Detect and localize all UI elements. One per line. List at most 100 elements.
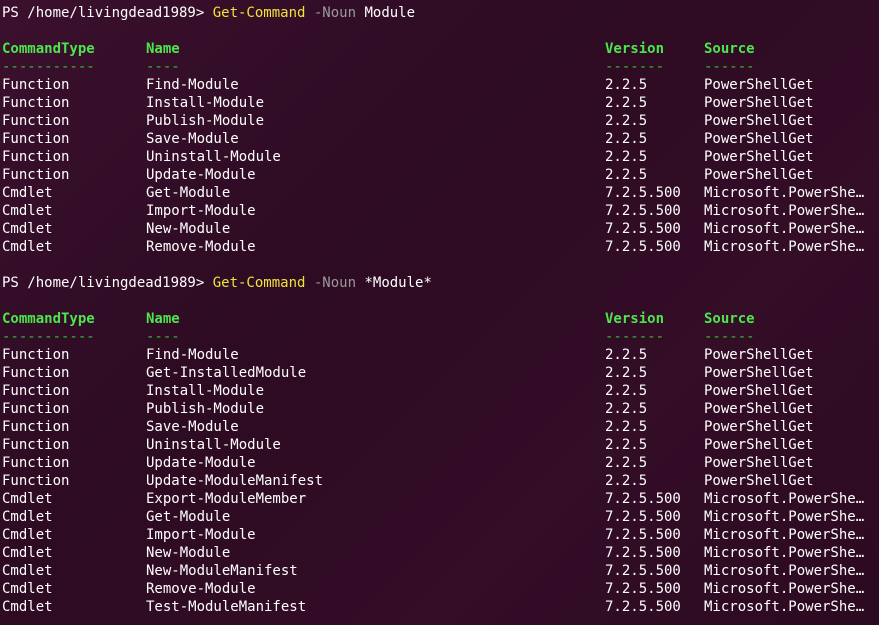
row-commandtype: Function: [2, 437, 70, 453]
row-version: 2.2.5: [605, 77, 648, 93]
row-version: 7.2.5.500: [605, 239, 681, 255]
row-source: Microsoft.PowerShe…: [704, 491, 865, 507]
row-commandtype: Function: [2, 383, 70, 399]
row-version: 2.2.5: [605, 365, 648, 381]
row-source: PowerShellGet: [704, 383, 814, 399]
prompt-line: PS /home/livingdead1989> Get-Command -No…: [2, 274, 877, 292]
table-row: Function Update-ModuleManifest 2.2.5 PowerS…: [2, 472, 877, 490]
row-name: Get-InstalledModule: [146, 365, 307, 381]
row-source: Microsoft.PowerShe…: [704, 527, 865, 543]
row-name: New-Module: [146, 545, 231, 561]
row-commandtype: Function: [2, 365, 70, 381]
row-version: 7.2.5.500: [605, 509, 681, 525]
row-source: PowerShellGet: [704, 149, 814, 165]
row-version: 7.2.5.500: [605, 527, 681, 543]
row-commandtype: Function: [2, 455, 70, 471]
row-name: Update-ModuleManifest: [146, 473, 324, 489]
row-name: Get-Module: [146, 185, 231, 201]
underline-commandtype: -----------: [2, 329, 95, 345]
header-source: Source: [704, 41, 755, 57]
row-commandtype: Cmdlet: [2, 491, 53, 507]
row-source: Microsoft.PowerShe…: [704, 599, 865, 615]
underline-name: ----: [146, 59, 180, 75]
row-commandtype: Cmdlet: [2, 221, 53, 237]
prompt-text: PS /home/livingdead1989>: [2, 5, 213, 21]
row-name: Find-Module: [146, 77, 239, 93]
row-name: Remove-Module: [146, 239, 256, 255]
table-row: Function Find-Module 2.2.5 PowerShellGet: [2, 346, 877, 364]
row-commandtype: Function: [2, 401, 70, 417]
row-version: 2.2.5: [605, 455, 648, 471]
row-name: New-ModuleManifest: [146, 563, 298, 579]
header-commandtype: CommandType: [2, 41, 95, 57]
underline-source: ------: [704, 59, 755, 75]
row-name: New-Module: [146, 221, 231, 237]
row-version: 7.2.5.500: [605, 563, 681, 579]
terminal-output[interactable]: PS /home/livingdead1989> Get-Command -No…: [2, 4, 877, 616]
table-row: Cmdlet Test-ModuleManifest 7.2.5.500 Micros…: [2, 598, 877, 616]
row-source: Microsoft.PowerShe…: [704, 221, 865, 237]
row-name: Get-Module: [146, 509, 231, 525]
row-version: 7.2.5.500: [605, 185, 681, 201]
row-commandtype: Function: [2, 113, 70, 129]
table-row: Function Uninstall-Module 2.2.5 PowerShellG…: [2, 148, 877, 166]
row-name: Install-Module: [146, 95, 265, 111]
row-version: 2.2.5: [605, 131, 648, 147]
command-argument: *Module*: [364, 275, 432, 291]
prompt-text: PS /home/livingdead1989>: [2, 275, 213, 291]
row-version: 2.2.5: [605, 347, 648, 363]
row-name: Uninstall-Module: [146, 149, 281, 165]
table-row: Function Install-Module 2.2.5 PowerShellGet: [2, 94, 877, 112]
table-row: Cmdlet Import-Module 7.2.5.500 Microsoft.Po…: [2, 526, 877, 544]
row-source: Microsoft.PowerShe…: [704, 581, 865, 597]
row-commandtype: Cmdlet: [2, 545, 53, 561]
row-commandtype: Cmdlet: [2, 185, 53, 201]
table-row: Function Update-Module 2.2.5 PowerShellGet: [2, 166, 877, 184]
row-commandtype: Function: [2, 419, 70, 435]
row-name: Update-Module: [146, 167, 256, 183]
row-version: 7.2.5.500: [605, 599, 681, 615]
row-name: Save-Module: [146, 131, 239, 147]
command-name: Get-Command: [212, 5, 306, 21]
row-source: PowerShellGet: [704, 365, 814, 381]
table-header: CommandType Name Version Source: [2, 310, 877, 328]
row-source: PowerShellGet: [704, 77, 814, 93]
row-source: PowerShellGet: [704, 347, 814, 363]
row-source: Microsoft.PowerShe…: [704, 509, 865, 525]
row-source: Microsoft.PowerShe…: [704, 185, 865, 201]
table-row: Cmdlet New-Module 7.2.5.500 Microsoft.Power…: [2, 220, 877, 238]
table-row: Function Uninstall-Module 2.2.5 PowerShellG…: [2, 436, 877, 454]
table-row: Cmdlet Remove-Module 7.2.5.500 Microsoft.Po…: [2, 580, 877, 598]
row-name: Uninstall-Module: [146, 437, 281, 453]
table-row: Function Publish-Module 2.2.5 PowerShellGet: [2, 400, 877, 418]
table-row: Cmdlet Get-Module 7.2.5.500 Microsoft.Power…: [2, 184, 877, 202]
row-commandtype: Function: [2, 131, 70, 147]
row-version: 2.2.5: [605, 149, 648, 165]
row-commandtype: Function: [2, 95, 70, 111]
row-name: Find-Module: [146, 347, 239, 363]
row-commandtype: Cmdlet: [2, 581, 53, 597]
row-name: Export-ModuleMember: [146, 491, 307, 507]
table-header-underline: ----------- ---- ------- ------: [2, 328, 877, 346]
table-row: Function Save-Module 2.2.5 PowerShellGet: [2, 418, 877, 436]
row-source: PowerShellGet: [704, 167, 814, 183]
row-commandtype: Cmdlet: [2, 203, 53, 219]
row-version: 2.2.5: [605, 167, 648, 183]
table-row: Function Publish-Module 2.2.5 PowerShellGet: [2, 112, 877, 130]
table-row: Cmdlet Get-Module 7.2.5.500 Microsoft.Power…: [2, 508, 877, 526]
row-version: 2.2.5: [605, 401, 648, 417]
row-version: 2.2.5: [605, 95, 648, 111]
row-version: 2.2.5: [605, 419, 648, 435]
table-row: Function Get-InstalledModule 2.2.5 PowerShe…: [2, 364, 877, 382]
row-name: Import-Module: [146, 527, 256, 543]
row-name: Test-ModuleManifest: [146, 599, 307, 615]
row-name: Publish-Module: [146, 401, 265, 417]
row-source: Microsoft.PowerShe…: [704, 239, 865, 255]
row-name: Update-Module: [146, 455, 256, 471]
row-source: PowerShellGet: [704, 95, 814, 111]
table-row: Cmdlet New-Module 7.2.5.500 Microsoft.Power…: [2, 544, 877, 562]
header-commandtype: CommandType: [2, 311, 95, 327]
command-name: Get-Command: [212, 275, 306, 291]
